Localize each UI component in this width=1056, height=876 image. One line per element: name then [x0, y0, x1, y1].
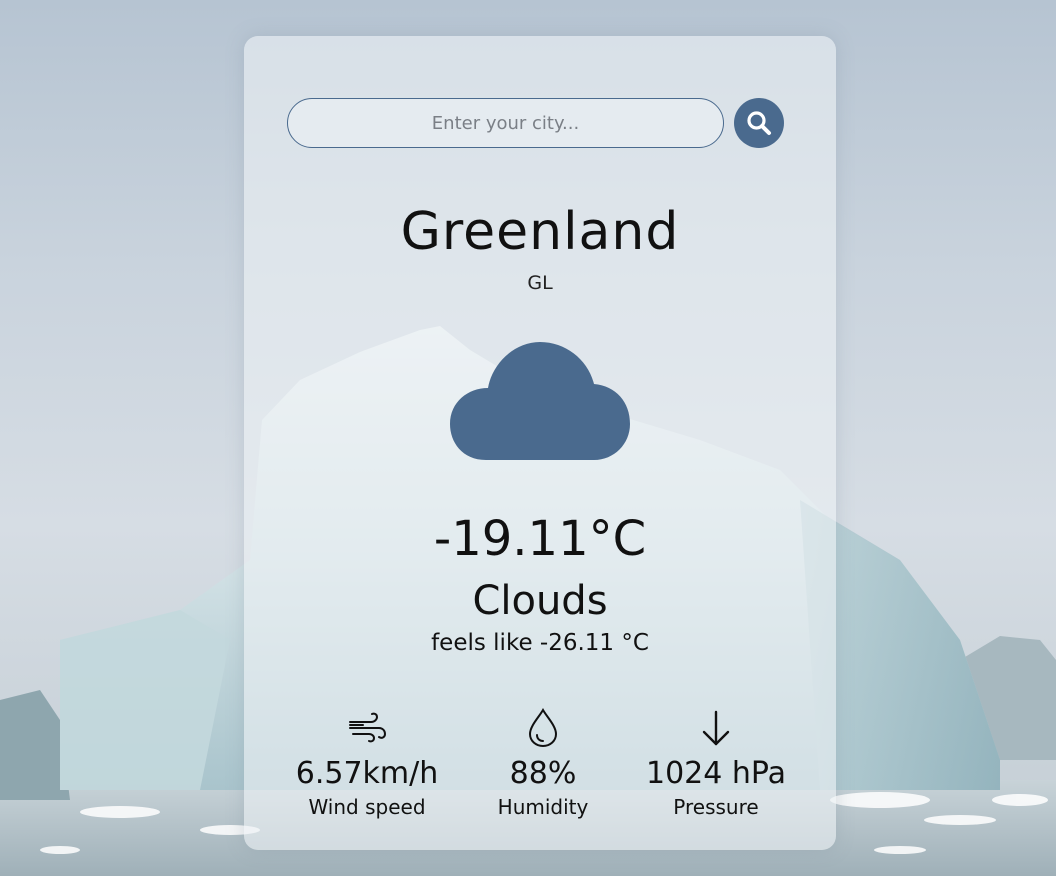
weather-condition: Clouds — [472, 578, 608, 624]
droplet-icon — [528, 708, 558, 748]
wind-icon — [349, 712, 387, 743]
humidity-value: 88% — [509, 756, 577, 791]
weather-card: Greenland GL -19.11°C Clouds feels like … — [244, 36, 836, 850]
wind-speed-value: 6.57km/h — [295, 756, 439, 791]
temperature-value: -19.11°C — [433, 511, 647, 567]
cloud-icon — [450, 342, 630, 460]
pressure-stat: 1024 hPa Pressure — [629, 708, 803, 819]
wind-speed-label: Wind speed — [308, 795, 426, 819]
country-code: GL — [527, 272, 553, 294]
search-button[interactable] — [734, 98, 784, 148]
humidity-label: Humidity — [497, 795, 589, 819]
pressure-label: Pressure — [673, 795, 759, 819]
search-icon — [747, 111, 771, 135]
search-bar — [287, 98, 784, 148]
pressure-value: 1024 hPa — [645, 756, 787, 791]
city-name: Greenland — [400, 202, 680, 262]
arrow-down-icon — [702, 710, 730, 746]
city-search-input[interactable] — [287, 98, 724, 148]
humidity-stat: 88% Humidity — [473, 708, 613, 819]
wind-speed-stat: 6.57km/h Wind speed — [279, 708, 455, 819]
feels-like-text: feels like -26.11 °C — [431, 630, 649, 656]
